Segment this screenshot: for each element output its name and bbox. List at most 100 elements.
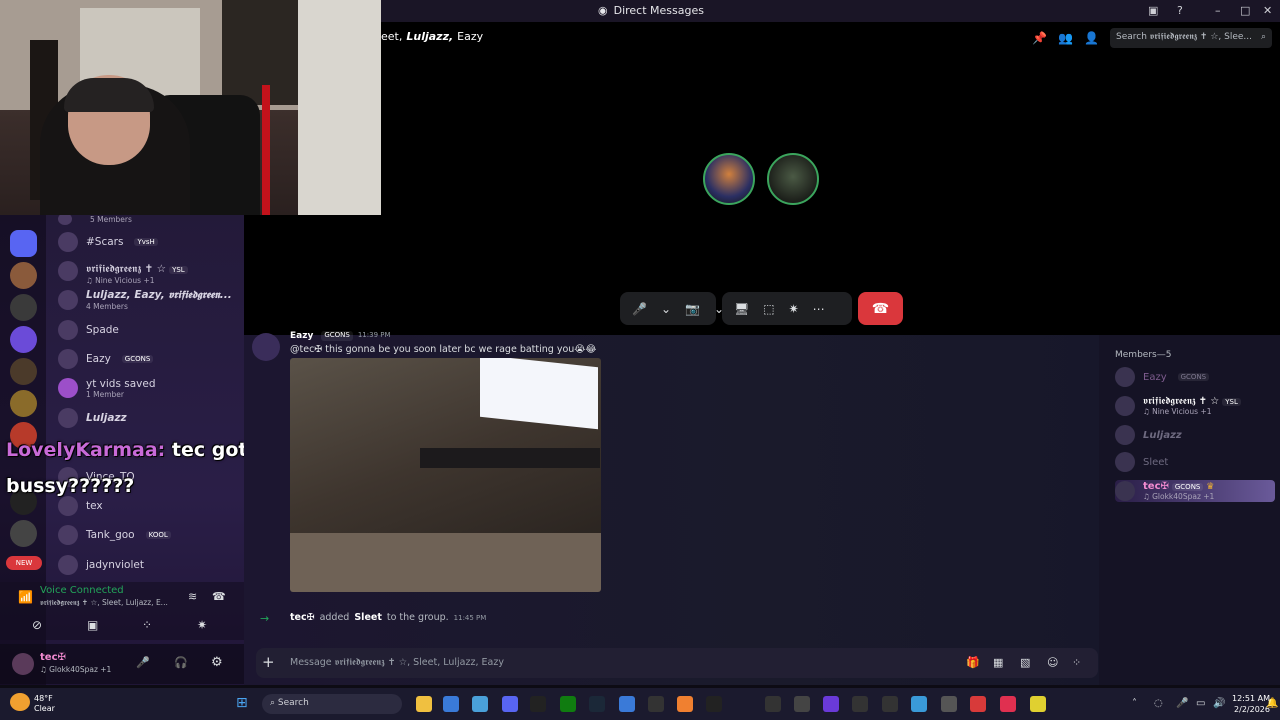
sticker-icon[interactable]: ▧ [1020, 656, 1030, 669]
app-icon[interactable] [648, 696, 664, 712]
inbox-icon[interactable]: ▣ [1148, 4, 1158, 17]
dm-list-item[interactable]: Tank_goo KOOL [58, 522, 238, 548]
dm-list-item[interactable]: Eazy GCONS [58, 346, 238, 372]
server-icon[interactable] [10, 358, 37, 385]
dm-list-item[interactable]: 𝖛𝖗𝖎𝖋𝖎𝖊𝖉𝖌𝖗𝖊𝖊𝖓𝖟 ✝ ☆ YSL ♫ Nine Vicious +1 [58, 258, 238, 285]
avatar[interactable] [252, 333, 280, 361]
dm-list-item[interactable]: Spade [58, 317, 238, 343]
member-item[interactable]: tec✠ GCONS ♛ ♫ Glokk40Spaz +1 [1115, 480, 1275, 502]
composer-placeholder[interactable]: Message 𝖛𝖗𝖎𝖋𝖎𝖊𝖉𝖌𝖗𝖊𝖊𝖓𝖟 ✝ ☆, Sleet, Luljaz… [290, 657, 504, 668]
camera-off-icon[interactable]: 📷 [685, 302, 700, 316]
app-icon[interactable] [970, 696, 986, 712]
settings-gear-icon[interactable]: ⚙ [211, 655, 223, 670]
member-item[interactable]: 𝖛𝖗𝖎𝖋𝖎𝖊𝖉𝖌𝖗𝖊𝖊𝖓𝖟 ✝ ☆ YSL ♫ Nine Vicious +1 [1115, 395, 1241, 417]
browser-icon[interactable] [619, 696, 635, 712]
volume-icon[interactable]: 🔊 [1213, 698, 1225, 709]
taskbar-search[interactable]: ⌕ Search [262, 694, 402, 714]
member-item[interactable]: Sleet [1115, 451, 1168, 473]
participant-avatar[interactable] [767, 153, 819, 205]
soundboard-icon[interactable]: ✷ [197, 618, 207, 632]
clock[interactable]: 12:51 AM 2/2/2026 [1232, 693, 1270, 715]
app-icon[interactable] [1030, 696, 1046, 712]
voice-status[interactable]: Voice Connected [40, 585, 124, 596]
network-icon[interactable]: ▭ [1196, 698, 1205, 709]
windows-start-icon[interactable]: ⊞ [236, 695, 248, 711]
weather-widget[interactable]: 48°F Clear [34, 694, 55, 714]
dm-list-item[interactable]: Luljazz, Eazy, 𝖛𝖗𝖎𝖋𝖎𝖊𝖉𝖌𝖗𝖊𝖊𝖓... 4 Members [58, 287, 238, 313]
soundboard-icon[interactable]: ✷ [789, 302, 799, 316]
dm-list-item[interactable]: Luljazz [58, 405, 238, 431]
app-icon[interactable] [823, 696, 839, 712]
emoji-icon[interactable]: ☺ [1047, 656, 1058, 669]
weather-icon[interactable] [10, 693, 30, 711]
more-options-icon[interactable]: ⋯ [813, 302, 825, 316]
app-tray-icon[interactable]: ◌ [1154, 698, 1163, 709]
server-icon[interactable] [10, 326, 37, 353]
end-call-button[interactable]: ☎ [858, 292, 903, 325]
music-icon[interactable] [1000, 696, 1016, 712]
edge-icon[interactable] [472, 696, 488, 712]
member-list-header: Members—5 [1115, 350, 1172, 360]
server-icon[interactable] [10, 390, 37, 417]
notification-bell-icon[interactable]: 🔔 [1266, 698, 1278, 709]
xbox-icon[interactable] [560, 696, 576, 712]
minimize-icon[interactable]: – [1215, 4, 1221, 17]
dm-list-item[interactable]: jadynviolet [58, 552, 238, 578]
chevron-up-icon[interactable]: ˄ [1132, 698, 1137, 709]
member-item[interactable]: Eazy GCONS [1115, 366, 1210, 388]
pin-icon[interactable]: 📌 [1032, 31, 1047, 45]
message-image-attachment[interactable] [290, 358, 601, 592]
maximize-icon[interactable]: □ [1240, 4, 1250, 17]
gif-icon[interactable]: ▦ [993, 656, 1003, 669]
app-icon[interactable] [677, 696, 693, 712]
discord-icon[interactable] [502, 696, 518, 712]
app-icon[interactable] [706, 696, 722, 712]
app-icon[interactable] [794, 696, 810, 712]
message-composer[interactable]: + Message 𝖛𝖗𝖎𝖋𝖎𝖊𝖉𝖌𝖗𝖊𝖊𝖓𝖟 ✝ ☆, Sleet, Lulj… [256, 648, 1098, 678]
noise-suppression-icon[interactable]: ≋ [188, 590, 197, 603]
username[interactable]: tec✠ [40, 652, 66, 663]
voice-connected-panel: 📶 Voice Connected 𝖛𝖗𝖎𝖋𝖎𝖊𝖉𝖌𝖗𝖊𝖊𝖓𝖟 ✝ ☆, Sle… [0, 582, 244, 640]
obs-icon[interactable] [765, 696, 781, 712]
apps-icon[interactable]: ⁘ [1072, 656, 1081, 669]
screen-share-icon[interactable]: ▣ [87, 618, 98, 632]
gift-icon[interactable]: 🎁 [966, 656, 980, 669]
folder-icon[interactable] [10, 230, 37, 257]
add-friend-icon[interactable]: 👥 [1058, 31, 1073, 45]
participant-avatar[interactable] [703, 153, 755, 205]
chevron-down-icon[interactable]: ⌄ [661, 302, 671, 316]
microphone-icon[interactable]: 🎤 [632, 302, 647, 316]
call-stage [244, 22, 1280, 335]
app-icon[interactable] [882, 696, 898, 712]
member-item[interactable]: Luljazz [1115, 424, 1182, 446]
search-input[interactable]: Search 𝖛𝖗𝖎𝖋𝖎𝖊𝖉𝖌𝖗𝖊𝖊𝖓𝖟 ✝ ☆, Slee... ⌕ [1110, 28, 1272, 48]
server-icon[interactable] [10, 262, 37, 289]
voice-channel[interactable]: 𝖛𝖗𝖎𝖋𝖎𝖊𝖉𝖌𝖗𝖊𝖊𝖓𝖟 ✝ ☆, Sleet, Luljazz, E... [40, 598, 180, 608]
avatar[interactable] [12, 653, 34, 675]
help-icon[interactable]: ? [1177, 4, 1183, 17]
steam-icon[interactable] [589, 696, 605, 712]
file-explorer-icon[interactable] [416, 696, 432, 712]
screen-share-icon[interactable]: 🖥 [734, 302, 749, 316]
app-icon[interactable] [941, 696, 957, 712]
member-list-icon[interactable]: 👤 [1084, 31, 1099, 45]
close-icon[interactable]: ✕ [1263, 4, 1272, 17]
activities-icon[interactable]: ⁘ [142, 618, 152, 632]
microphone-tray-icon[interactable]: 🎤 [1176, 698, 1188, 709]
app-icon[interactable] [852, 696, 868, 712]
server-icon[interactable] [10, 520, 37, 547]
activities-icon[interactable]: ⬚ [763, 302, 774, 316]
headphones-icon[interactable]: 🎧 [174, 656, 188, 669]
new-badge[interactable]: NEW [6, 556, 42, 570]
store-icon[interactable] [443, 696, 459, 712]
microphone-icon[interactable]: 🎤 [136, 656, 150, 669]
avatar [58, 378, 78, 398]
dm-list-item[interactable]: #Scars YvsH [58, 229, 238, 255]
app-icon[interactable] [911, 696, 927, 712]
camera-off-icon[interactable]: ⊘ [32, 618, 42, 632]
server-icon[interactable] [10, 294, 37, 321]
add-attachment-icon[interactable]: + [262, 653, 275, 671]
disconnect-icon[interactable]: ☎ [212, 590, 226, 603]
dm-list-item[interactable]: yt vids saved 1 Member [58, 375, 238, 401]
epic-games-icon[interactable] [530, 696, 546, 712]
